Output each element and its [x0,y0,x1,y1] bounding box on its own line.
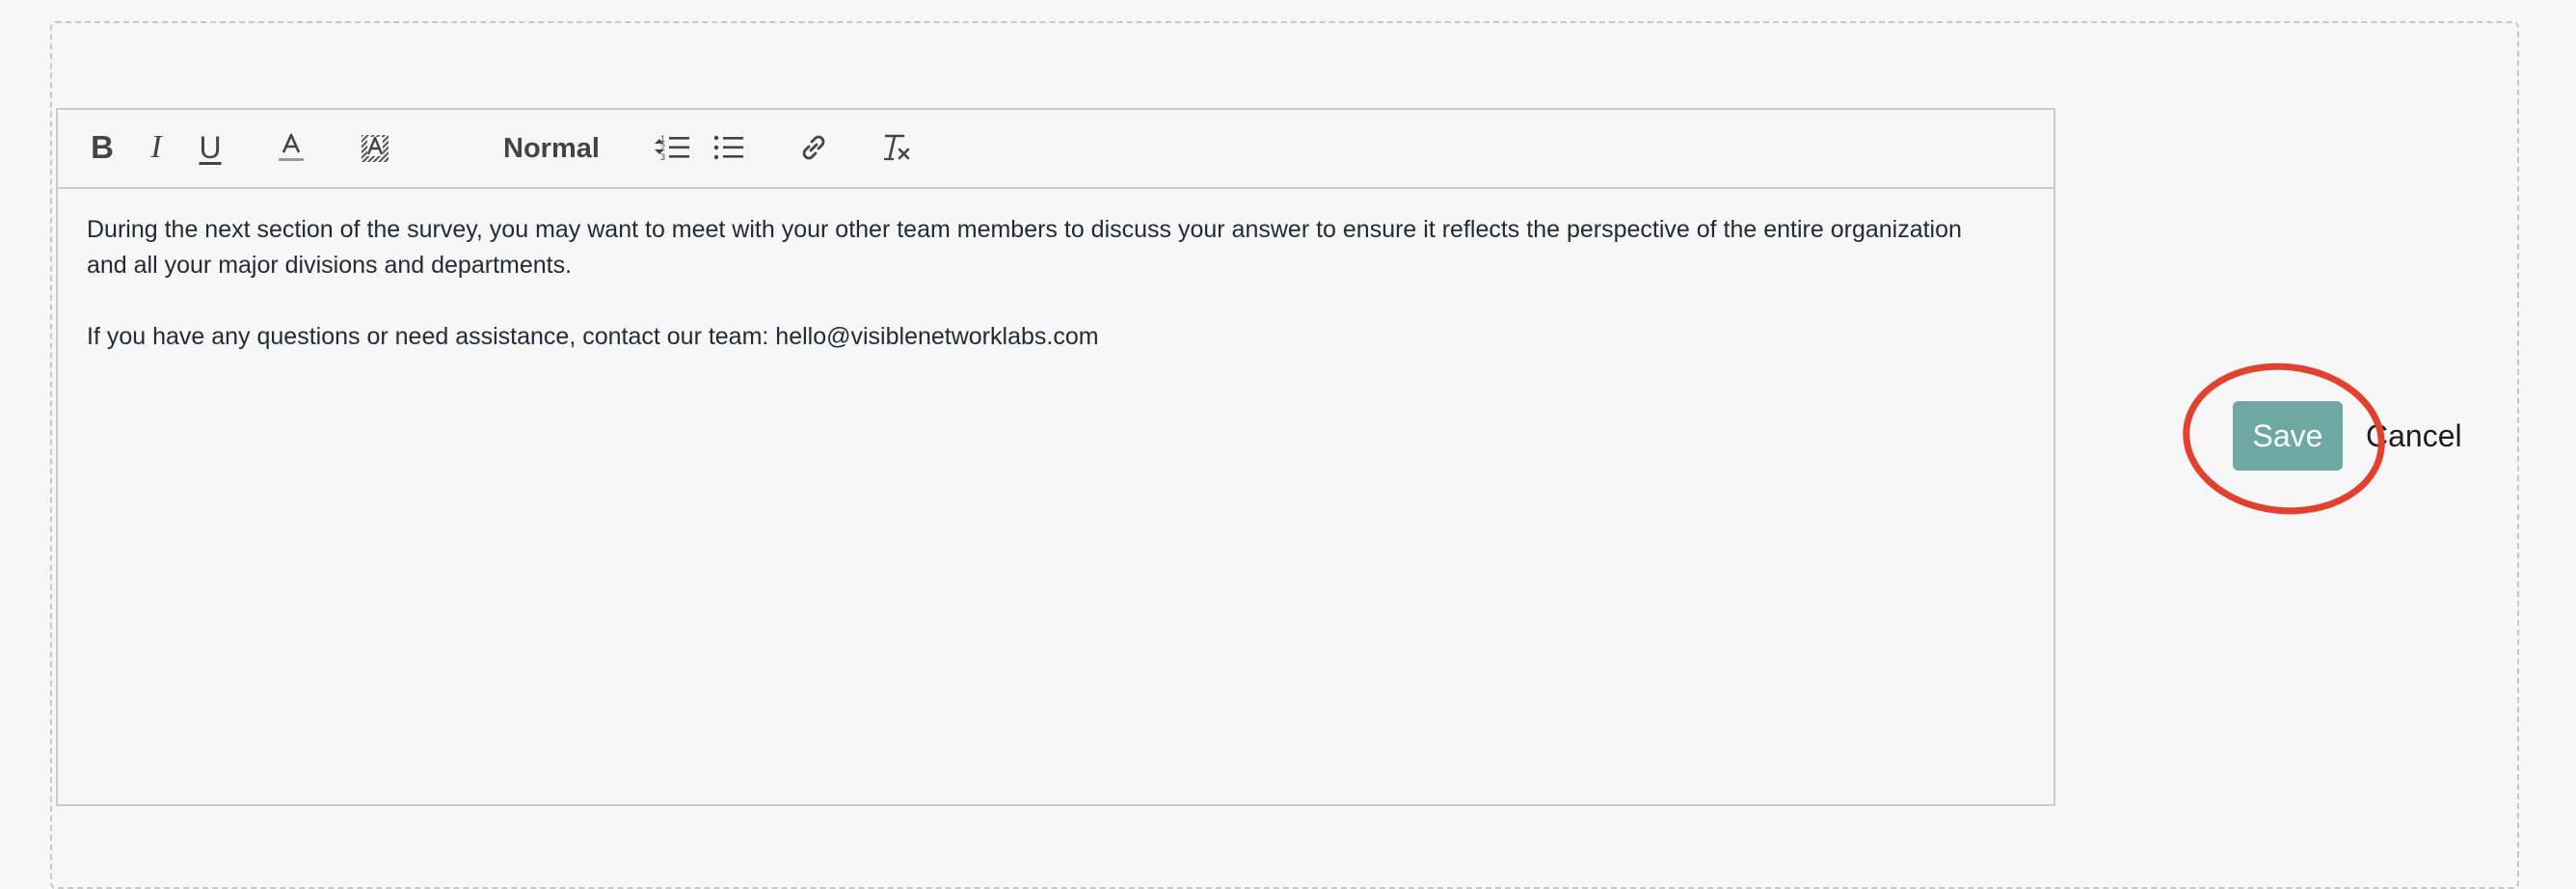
rich-text-editor: B I U Normal 1 2 3 During the next secti… [56,108,2055,806]
header-format-select[interactable]: Normal [445,129,677,168]
background-color-icon[interactable] [356,128,394,167]
cancel-button[interactable]: Cancel [2366,418,2462,454]
bold-button[interactable]: B [83,128,121,167]
italic-button[interactable]: I [137,128,175,167]
svg-text:3: 3 [660,152,665,162]
underline-button[interactable]: U [191,128,229,167]
editor-toolbar: B I U Normal 1 2 3 [58,110,2053,189]
editor-paragraph: If you have any questions or need assist… [87,323,1099,350]
ordered-list-icon[interactable]: 1 2 3 [656,128,694,167]
text-color-icon[interactable] [272,128,310,167]
editor-paragraph: During the next section of the survey, y… [87,216,1962,279]
header-select-value: Normal [503,132,600,164]
svg-text:2: 2 [660,143,665,152]
clear-format-icon[interactable] [877,128,916,167]
bullet-list-icon[interactable] [710,128,748,167]
link-icon[interactable] [794,128,833,167]
editor-content[interactable]: During the next section of the survey, y… [87,212,1996,355]
save-button[interactable]: Save [2233,401,2343,471]
